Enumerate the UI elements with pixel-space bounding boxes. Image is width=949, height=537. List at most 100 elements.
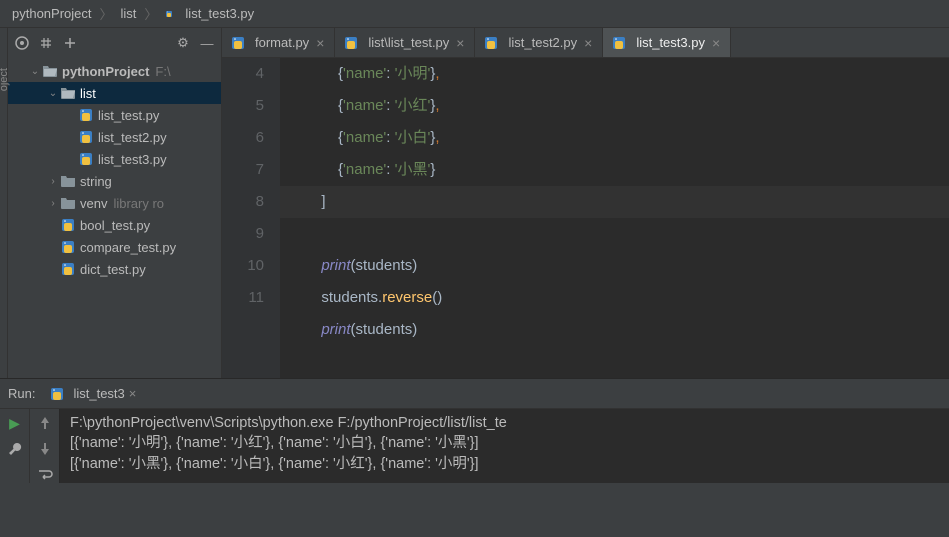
python-file-icon (483, 35, 499, 51)
tab-label: list_test2.py (508, 35, 577, 50)
breadcrumb-folder[interactable]: list (117, 6, 141, 21)
left-gutter-project[interactable]: oject (0, 28, 8, 378)
down-arrow-icon[interactable] (37, 441, 53, 457)
run-title: Run: (8, 386, 35, 401)
python-file-icon (60, 239, 76, 255)
tree-item-list[interactable]: ⌄ list (8, 82, 221, 104)
tab-label: format.py (255, 35, 309, 50)
python-file-icon (78, 151, 94, 167)
expand-all-icon[interactable] (38, 35, 54, 51)
tree-label: pythonProject (62, 64, 149, 79)
editor-area: format.py×list\list_test.py×list_test2.p… (222, 28, 949, 378)
tree-item-list_test3-py[interactable]: list_test3.py (8, 148, 221, 170)
soft-wrap-icon[interactable] (37, 467, 53, 483)
line-gutter: 4567891011 (222, 58, 280, 378)
tree-item-bool_test-py[interactable]: bool_test.py (8, 214, 221, 236)
tree-item-list_test-py[interactable]: list_test.py (8, 104, 221, 126)
tree-label: compare_test.py (80, 240, 176, 255)
breadcrumb: pythonProject 〉 list 〉 list_test3.py (0, 0, 949, 28)
tree-label: list_test3.py (98, 152, 167, 167)
python-file-icon (78, 107, 94, 123)
folder-icon (60, 85, 76, 101)
python-file-icon (78, 129, 94, 145)
folder-icon (60, 173, 76, 189)
python-file-icon (60, 217, 76, 233)
folder-icon (42, 63, 58, 79)
close-icon[interactable]: × (129, 386, 137, 401)
line-number: 11 (222, 282, 264, 314)
python-file-icon (60, 261, 76, 277)
tree-label: list_test.py (98, 108, 159, 123)
python-file-icon (343, 35, 359, 51)
line-number: 6 (222, 122, 264, 154)
tab-label: list_test3.py (636, 35, 705, 50)
tree-label: list (80, 86, 96, 101)
tree-label: list_test2.py (98, 130, 167, 145)
tree-arrow-icon[interactable]: › (46, 198, 60, 209)
python-file-icon (49, 386, 65, 402)
line-number: 5 (222, 90, 264, 122)
run-tool-window: Run: list_test3 × ▶ F:\pythonProject\ven… (0, 378, 949, 483)
tab-label: list\list_test.py (368, 35, 449, 50)
code-editor[interactable]: 4567891011 {'name': '小明'}, {'name': '小红'… (222, 58, 949, 378)
run-tab[interactable]: list_test3 × (43, 386, 142, 402)
editor-tab-list_test3-py[interactable]: list_test3.py × (603, 28, 731, 57)
tree-item-venv[interactable]: › venv library ro (8, 192, 221, 214)
tree-label: dict_test.py (80, 262, 146, 277)
wrench-icon[interactable] (7, 441, 23, 457)
run-header: Run: list_test3 × (0, 379, 949, 409)
line-number: 9 (222, 218, 264, 250)
python-file-icon (611, 35, 627, 51)
folder-icon (60, 195, 76, 211)
breadcrumb-file[interactable]: list_test3.py (181, 6, 258, 21)
select-opened-file-icon[interactable] (14, 35, 30, 51)
breadcrumb-root[interactable]: pythonProject (8, 6, 96, 21)
console-line: [{'name': '小黑'}, {'name': '小白'}, {'name'… (70, 456, 479, 472)
run-actions-secondary (30, 409, 60, 483)
close-icon[interactable]: × (454, 36, 466, 50)
editor-tab-list_test2-py[interactable]: list_test2.py × (475, 28, 603, 57)
editor-tabs: format.py×list\list_test.py×list_test2.p… (222, 28, 949, 58)
run-tab-label: list_test3 (73, 386, 124, 401)
tree-label: bool_test.py (80, 218, 150, 233)
tree-arrow-icon[interactable]: › (46, 176, 60, 187)
tree-item-list_test2-py[interactable]: list_test2.py (8, 126, 221, 148)
tree-item-string[interactable]: › string (8, 170, 221, 192)
close-icon[interactable]: × (582, 36, 594, 50)
project-tool-window: ⚙ — ⌄pythonProjectF:\⌄listlist_test.pyli… (8, 28, 222, 378)
run-actions-primary: ▶ (0, 409, 30, 483)
hide-icon[interactable]: — (199, 35, 215, 51)
chevron-right-icon: 〉 (96, 4, 117, 23)
code-content[interactable]: {'name': '小明'}, {'name': '小红'}, {'name':… (280, 58, 949, 378)
python-file-icon (161, 6, 177, 22)
python-file-icon (230, 35, 246, 51)
gear-icon[interactable]: ⚙ (175, 35, 191, 51)
project-tree[interactable]: ⌄pythonProjectF:\⌄listlist_test.pylist_t… (8, 58, 221, 378)
line-number: 4 (222, 58, 264, 90)
tree-meta: library ro (113, 196, 164, 211)
tree-item-pythonProject[interactable]: ⌄ pythonProject F:\ (8, 60, 221, 82)
tree-meta: F:\ (155, 64, 170, 79)
line-number: 7 (222, 154, 264, 186)
project-toolbar: ⚙ — (8, 28, 221, 58)
line-number: 10 (222, 250, 264, 282)
tree-arrow-icon[interactable]: ⌄ (46, 88, 60, 99)
editor-tab-format-py[interactable]: format.py × (222, 28, 335, 57)
console-output[interactable]: F:\pythonProject\venv\Scripts\python.exe… (60, 409, 949, 483)
tree-item-compare_test-py[interactable]: compare_test.py (8, 236, 221, 258)
console-cmd: F:\pythonProject\venv\Scripts\python.exe… (70, 415, 507, 431)
chevron-right-icon: 〉 (140, 4, 161, 23)
up-arrow-icon[interactable] (37, 415, 53, 431)
close-icon[interactable]: × (710, 36, 722, 50)
tree-label: string (80, 174, 112, 189)
line-number: 8 (222, 186, 264, 218)
tree-arrow-icon[interactable]: ⌄ (28, 66, 42, 77)
close-icon[interactable]: × (314, 36, 326, 50)
tree-item-dict_test-py[interactable]: dict_test.py (8, 258, 221, 280)
editor-tab-list-list_test-py[interactable]: list\list_test.py × (335, 28, 475, 57)
collapse-all-icon[interactable] (62, 35, 78, 51)
console-line: [{'name': '小明'}, {'name': '小红'}, {'name'… (70, 435, 479, 451)
rerun-icon[interactable]: ▶ (7, 415, 23, 431)
tree-label: venv (80, 196, 107, 211)
project-tab-label: oject (0, 68, 10, 91)
